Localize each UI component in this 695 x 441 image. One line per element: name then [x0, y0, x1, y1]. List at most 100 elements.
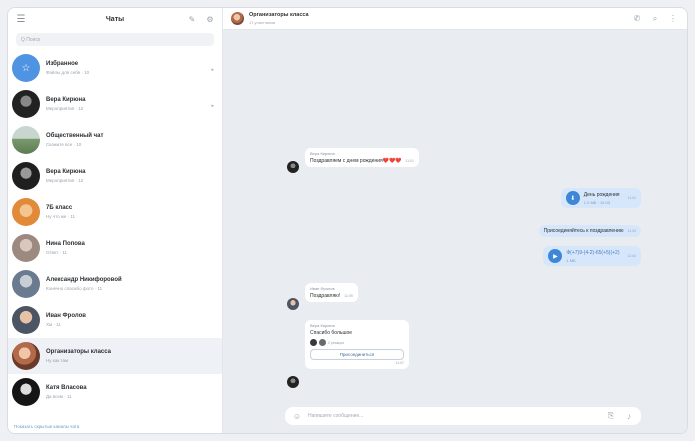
app-window: ☰ Чаты ✎ ⚙ Q Поиск ☆ Избранное Файлы для …: [7, 7, 688, 434]
chat-item[interactable]: Катя Власова Да всем · 11: [8, 374, 222, 410]
chat-preview: Скажите все · 10: [46, 142, 82, 147]
chat-name: Вера Кирюна: [46, 97, 86, 103]
chat-preview: Да всем · 11: [46, 394, 72, 399]
chat-name: Иван Фролов: [46, 313, 86, 319]
search-input[interactable]: Q Поиск: [16, 33, 214, 46]
message-input[interactable]: ☺ Напишите сообщение... ⎘ ♪: [285, 407, 641, 425]
chat-item[interactable]: ☆ Избранное Файлы для себя · 10 ▸: [8, 50, 222, 86]
emoji-icon[interactable]: ☺: [291, 410, 303, 422]
conversation-header: Организаторы класса 17 участников ✆ ⌕ ⋮: [223, 8, 687, 30]
composer: ☺ Напишите сообщение... ⎘ ♪: [223, 399, 687, 433]
message-time: 11:07: [395, 361, 405, 365]
file-size: 1 МБ: [566, 257, 576, 263]
message-text: Присоединяйтесь к поздравлению: [543, 228, 624, 234]
conversation-title[interactable]: Организаторы класса: [249, 12, 309, 18]
message-bubble[interactable]: ⬇ День рождения 1.2 МБ · 12.03 11:02: [560, 188, 641, 208]
more-icon[interactable]: ⋮: [667, 13, 679, 25]
avatar: [12, 162, 40, 190]
message-bubble[interactable]: ▶ Ф(+7)9-(4-2)-65(+5)(+2) 1 МБ 11:04: [543, 246, 641, 266]
reactions[interactable]: 2 реакции: [310, 339, 404, 346]
reaction-avatar: [310, 339, 317, 346]
avatar: [12, 342, 40, 370]
chat-name: Организаторы класса: [46, 349, 112, 355]
settings-icon[interactable]: ⚙: [204, 13, 216, 25]
chat-item[interactable]: Вера Кирюна Мероприятия · 12: [8, 158, 222, 194]
chat-item[interactable]: Иван Фролов Хм · 11: [8, 302, 222, 338]
avatar: [12, 234, 40, 262]
hidden-channels-link[interactable]: Показать скрытые каналы чата: [8, 419, 222, 433]
chat-list: ☆ Избранное Файлы для себя · 10 ▸ Вера Ки…: [8, 50, 222, 419]
avatar: [231, 12, 244, 25]
chat-name: Общественный чат: [46, 133, 104, 139]
chat-preview: Файлы для себя · 10: [46, 70, 90, 75]
pin-icon: ▸: [211, 103, 214, 109]
conversation-pane: Организаторы класса 17 участников ✆ ⌕ ⋮ …: [223, 8, 687, 433]
message-time: 11:05: [344, 294, 353, 298]
pin-icon: ▸: [211, 67, 214, 73]
attach-icon[interactable]: ⎘: [605, 410, 617, 422]
avatar: [12, 126, 40, 154]
chat-item[interactable]: Александр Никифоровой Конечно спасибо фот…: [8, 266, 222, 302]
reaction-count: 2 реакции: [328, 340, 345, 345]
message-author: Иван Фролов: [310, 286, 335, 291]
menu-icon[interactable]: ☰: [14, 12, 28, 26]
join-button[interactable]: Присоединиться: [310, 349, 404, 360]
message-time: 11:02: [627, 196, 637, 200]
message-time: 11:01: [405, 159, 414, 163]
chat-name: Вера Кирюна: [46, 169, 86, 175]
chat-preview: Конечно спасибо фото · 11: [46, 286, 103, 291]
chat-name: Александр Никифоровой: [46, 277, 122, 283]
chat-name: Избранное: [46, 61, 79, 67]
file-name: Ф(+7)9-(4-2)-65(+5)(+2): [566, 249, 620, 256]
conversation-status: 17 участников: [249, 20, 276, 25]
chat-preview: Хм · 11: [46, 322, 61, 327]
avatar: [12, 306, 40, 334]
avatar: [287, 298, 299, 310]
chat-item[interactable]: 7Б класс Ну что же · 11: [8, 194, 222, 230]
message-list: Вера Кирюна Поздравляем с днем рождения❤…: [223, 30, 687, 399]
phone-icon[interactable]: ✆: [631, 13, 643, 25]
file-name: День рождения: [583, 191, 620, 198]
chat-name: Катя Власова: [46, 385, 87, 391]
avatar: [287, 376, 299, 388]
compose-icon[interactable]: ✎: [186, 13, 198, 25]
message-bubble[interactable]: Иван Фролов Поздравляю! 11:05: [305, 283, 358, 302]
message-bubble[interactable]: Вера Кирюна Спасибо большое 2 реакции Пр…: [305, 320, 409, 369]
message-author: Вера Кирюна: [310, 151, 335, 156]
chat-preview: Ну что же · 11: [46, 214, 76, 219]
play-icon[interactable]: ▶: [548, 249, 563, 263]
message-input-placeholder: Напишите сообщение...: [308, 413, 364, 419]
file-icon[interactable]: ⬇: [565, 191, 580, 205]
chat-name: 7Б класс: [46, 205, 73, 211]
avatar: [12, 270, 40, 298]
search-icon[interactable]: ⌕: [649, 13, 661, 25]
file-size: 1.2 МБ · 12.03: [583, 199, 610, 205]
message-time: 11:03: [627, 229, 637, 233]
sidebar-header: ☰ Чаты ✎ ⚙: [8, 8, 222, 30]
message-author: Вера Кирюна: [310, 323, 335, 328]
chat-preview: Мероприятия · 12: [46, 106, 84, 111]
avatar: [12, 198, 40, 226]
message-text: Спасибо большое: [310, 330, 353, 336]
search-placeholder: Q Поиск: [21, 36, 41, 43]
message-bubble[interactable]: Вера Кирюна Поздравляем с днем рождения❤…: [305, 148, 419, 167]
chat-preview: Ответ · 11: [46, 250, 67, 255]
chat-item[interactable]: Общественный чат Скажите все · 10: [8, 122, 222, 158]
chat-name: Нина Попова: [46, 241, 85, 247]
message-text: Поздравляем с днем рождения❤️❤️❤️: [310, 158, 402, 164]
chat-item[interactable]: Нина Попова Ответ · 11: [8, 230, 222, 266]
message-time: 11:04: [627, 254, 637, 258]
message-text: Поздравляю!: [310, 293, 341, 299]
avatar: [12, 378, 40, 406]
avatar: [287, 161, 299, 173]
chat-preview: Мероприятия · 12: [46, 178, 84, 183]
chat-item[interactable]: Вера Кирюна Мероприятия · 12 ▸: [8, 86, 222, 122]
avatar: ☆: [12, 54, 40, 82]
avatar: [12, 90, 40, 118]
chat-preview: Ну как там: [46, 358, 69, 363]
sidebar: ☰ Чаты ✎ ⚙ Q Поиск ☆ Избранное Файлы для …: [8, 8, 223, 433]
microphone-icon[interactable]: ♪: [623, 410, 635, 422]
reaction-avatar: [319, 339, 326, 346]
message-bubble[interactable]: Присоединяйтесь к поздравлению 11:03: [538, 225, 641, 237]
chat-item[interactable]: Организаторы класса Ну как там: [8, 338, 222, 374]
